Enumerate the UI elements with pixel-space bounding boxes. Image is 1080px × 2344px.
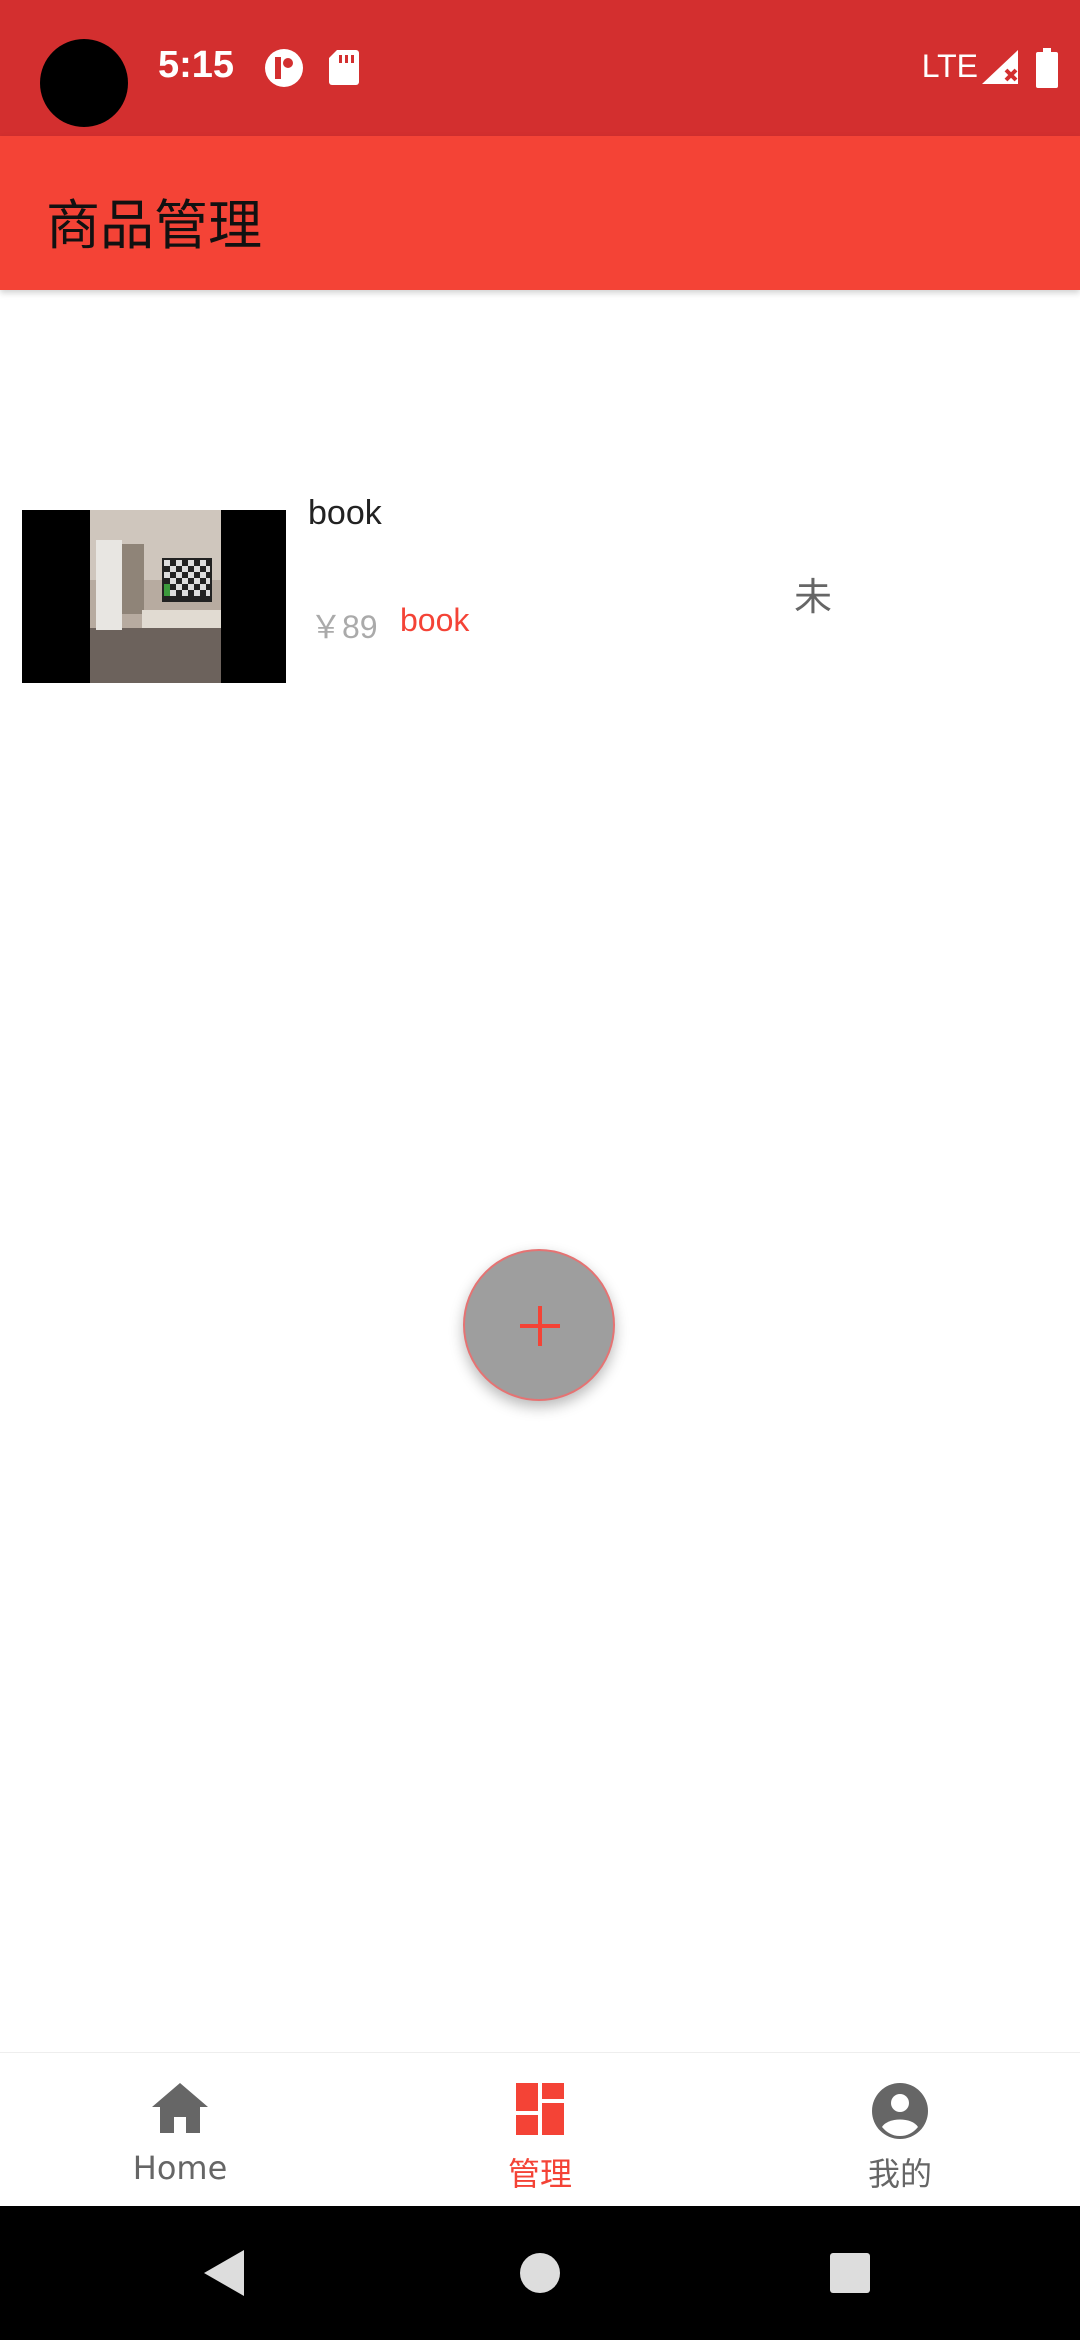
- bottom-navigation: Home 管理 我的: [0, 2052, 1080, 2207]
- add-icon: [520, 1306, 560, 1346]
- status-bar: 5:15 LTE: [0, 0, 1080, 136]
- nav-label-manage: 管理: [507, 2155, 572, 2193]
- app-bar: 商品管理: [0, 136, 1080, 290]
- home-circle-icon: [520, 2253, 560, 2293]
- product-thumbnail: [22, 510, 286, 683]
- system-nav-buttons: [204, 2250, 870, 2296]
- page-title: 商品管理: [46, 194, 262, 257]
- product-list-item[interactable]: book ￥89 book 未: [0, 494, 1080, 700]
- sd-card-icon: [328, 48, 360, 90]
- product-category: book: [400, 602, 470, 638]
- signal-icon: [982, 50, 1020, 90]
- nav-item-home[interactable]: Home: [0, 2053, 360, 2207]
- product-status: 未: [794, 575, 833, 619]
- nav-label-home: Home: [132, 2149, 228, 2187]
- system-navigation-bar: [0, 2206, 1080, 2340]
- recents-icon: [830, 2253, 870, 2293]
- nav-item-manage[interactable]: 管理: [360, 2053, 720, 2207]
- network-type: LTE: [921, 48, 978, 84]
- notification-app-icon: [264, 48, 304, 92]
- home-icon: [152, 2083, 208, 2133]
- status-time: 5:15: [158, 44, 235, 86]
- nav-label-mine: 我的: [867, 2155, 932, 2193]
- battery-icon: [1036, 48, 1058, 92]
- add-product-button[interactable]: [463, 1249, 615, 1401]
- camera-cutout: [40, 39, 128, 127]
- product-price: ￥89: [310, 609, 378, 645]
- product-name: book: [308, 494, 382, 532]
- back-icon: [204, 2250, 244, 2296]
- nav-item-mine[interactable]: 我的: [720, 2053, 1080, 2207]
- dashboard-icon: [516, 2083, 564, 2135]
- account-circle-icon: [872, 2083, 928, 2139]
